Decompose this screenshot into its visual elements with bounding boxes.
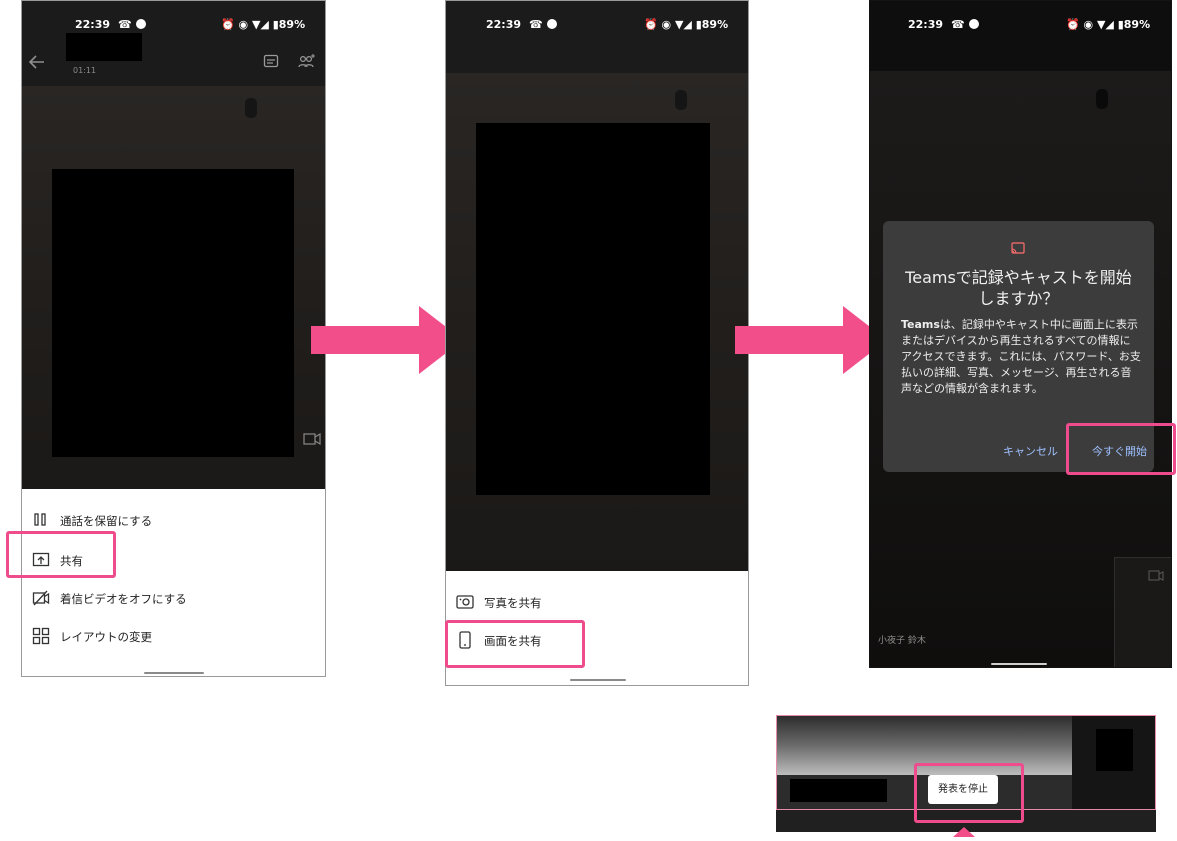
- status-time: 22:39: [908, 18, 944, 31]
- incoming-video-off-item[interactable]: 着信ビデオをオフにする: [22, 581, 325, 617]
- camera-switch-icon[interactable]: [303, 431, 321, 446]
- dialog-body-app-name: Teams: [901, 318, 940, 331]
- change-layout-label: レイアウトの変更: [60, 630, 152, 644]
- hold-call-label: 通話を保留にする: [60, 514, 153, 528]
- battery-percent: 89%: [701, 18, 729, 31]
- dialog-title-line1: Teamsで記録やキャストを開始: [905, 268, 1132, 287]
- cancel-button[interactable]: キャンセル: [1003, 443, 1058, 459]
- notification-dot-icon: [135, 19, 146, 29]
- call-icon: ☎: [118, 18, 132, 31]
- sheet-handle: [570, 679, 626, 681]
- ceiling-light: [1096, 89, 1108, 109]
- notification-dot-icon: [968, 19, 979, 29]
- screen-cast-dialog: 22:39 ☎ ⏰ ◉ ▼◢ ▮89% 小夜子 鈴木 Teamsで記録やキャストを…: [869, 0, 1172, 668]
- status-time: 22:39: [486, 18, 522, 31]
- add-participant-icon[interactable]: [297, 52, 317, 72]
- video-redacted: [52, 169, 294, 457]
- cast-icon: [1011, 239, 1025, 254]
- share-photo-label: 写真を共有: [484, 596, 542, 610]
- share-highlight: [6, 531, 116, 578]
- video-off-label: 着信ビデオをオフにする: [60, 592, 187, 606]
- stop-presenting-highlight: [914, 763, 1024, 823]
- caller-name-redacted: [66, 33, 142, 61]
- call-icon: ☎: [951, 18, 965, 31]
- self-view-camera-icon: [1148, 567, 1164, 581]
- ceiling-light: [245, 98, 257, 118]
- sheet-handle: [144, 672, 204, 674]
- dialog-body: Teamsは、記録中やキャスト中に画面上に表示またはデバイスから再生されるすべて…: [901, 317, 1141, 397]
- status-bar: 22:39 ☎ ⏰ ◉ ▼◢ ▮89%: [446, 1, 748, 41]
- screen-share-menu: 22:39 ☎ ⏰ ◉ ▼◢ ▮89% 写真を共有 画面を共有: [445, 0, 749, 686]
- layout-grid-icon: [32, 627, 50, 645]
- call-icon: ☎: [529, 18, 543, 31]
- pointer-arrow-up: [953, 822, 975, 837]
- share-photo-item[interactable]: 写真を共有: [446, 585, 748, 621]
- status-time: 22:39: [75, 18, 111, 31]
- share-screen-highlight: [445, 620, 585, 668]
- home-handle: [991, 663, 1047, 665]
- step-arrow-1: [311, 306, 463, 374]
- pause-icon: [32, 511, 50, 529]
- status-icons: ⏰ ◉ ▼◢ ▮89%: [221, 18, 306, 31]
- start-now-highlight: [1066, 423, 1176, 475]
- ceiling-light: [675, 90, 687, 110]
- status-bar: 22:39 ☎ ⏰ ◉ ▼◢ ▮89%: [870, 1, 1171, 41]
- battery-percent: 89%: [1123, 18, 1151, 31]
- call-duration: 01:11: [73, 66, 97, 75]
- notification-dot-icon: [546, 19, 557, 29]
- call-options-sheet: 通話を保留にする 共有 着信ビデオをオフにする レイアウトの変更: [22, 489, 325, 676]
- video-off-icon: [32, 589, 50, 607]
- dialog-title-line2: しますか？: [978, 289, 1059, 308]
- participant-name: 小夜子 鈴木: [878, 636, 926, 646]
- battery-percent: 89%: [278, 18, 306, 31]
- back-arrow-icon[interactable]: [28, 53, 46, 71]
- step-arrow-2: [735, 306, 887, 374]
- status-icons: ⏰ ◉ ▼◢ ▮89%: [644, 18, 729, 31]
- change-layout-item[interactable]: レイアウトの変更: [22, 619, 325, 655]
- video-redacted: [476, 123, 710, 495]
- chat-icon[interactable]: [263, 54, 279, 70]
- photo-icon: [456, 593, 474, 611]
- status-icons: ⏰ ◉ ▼◢ ▮89%: [1066, 18, 1151, 31]
